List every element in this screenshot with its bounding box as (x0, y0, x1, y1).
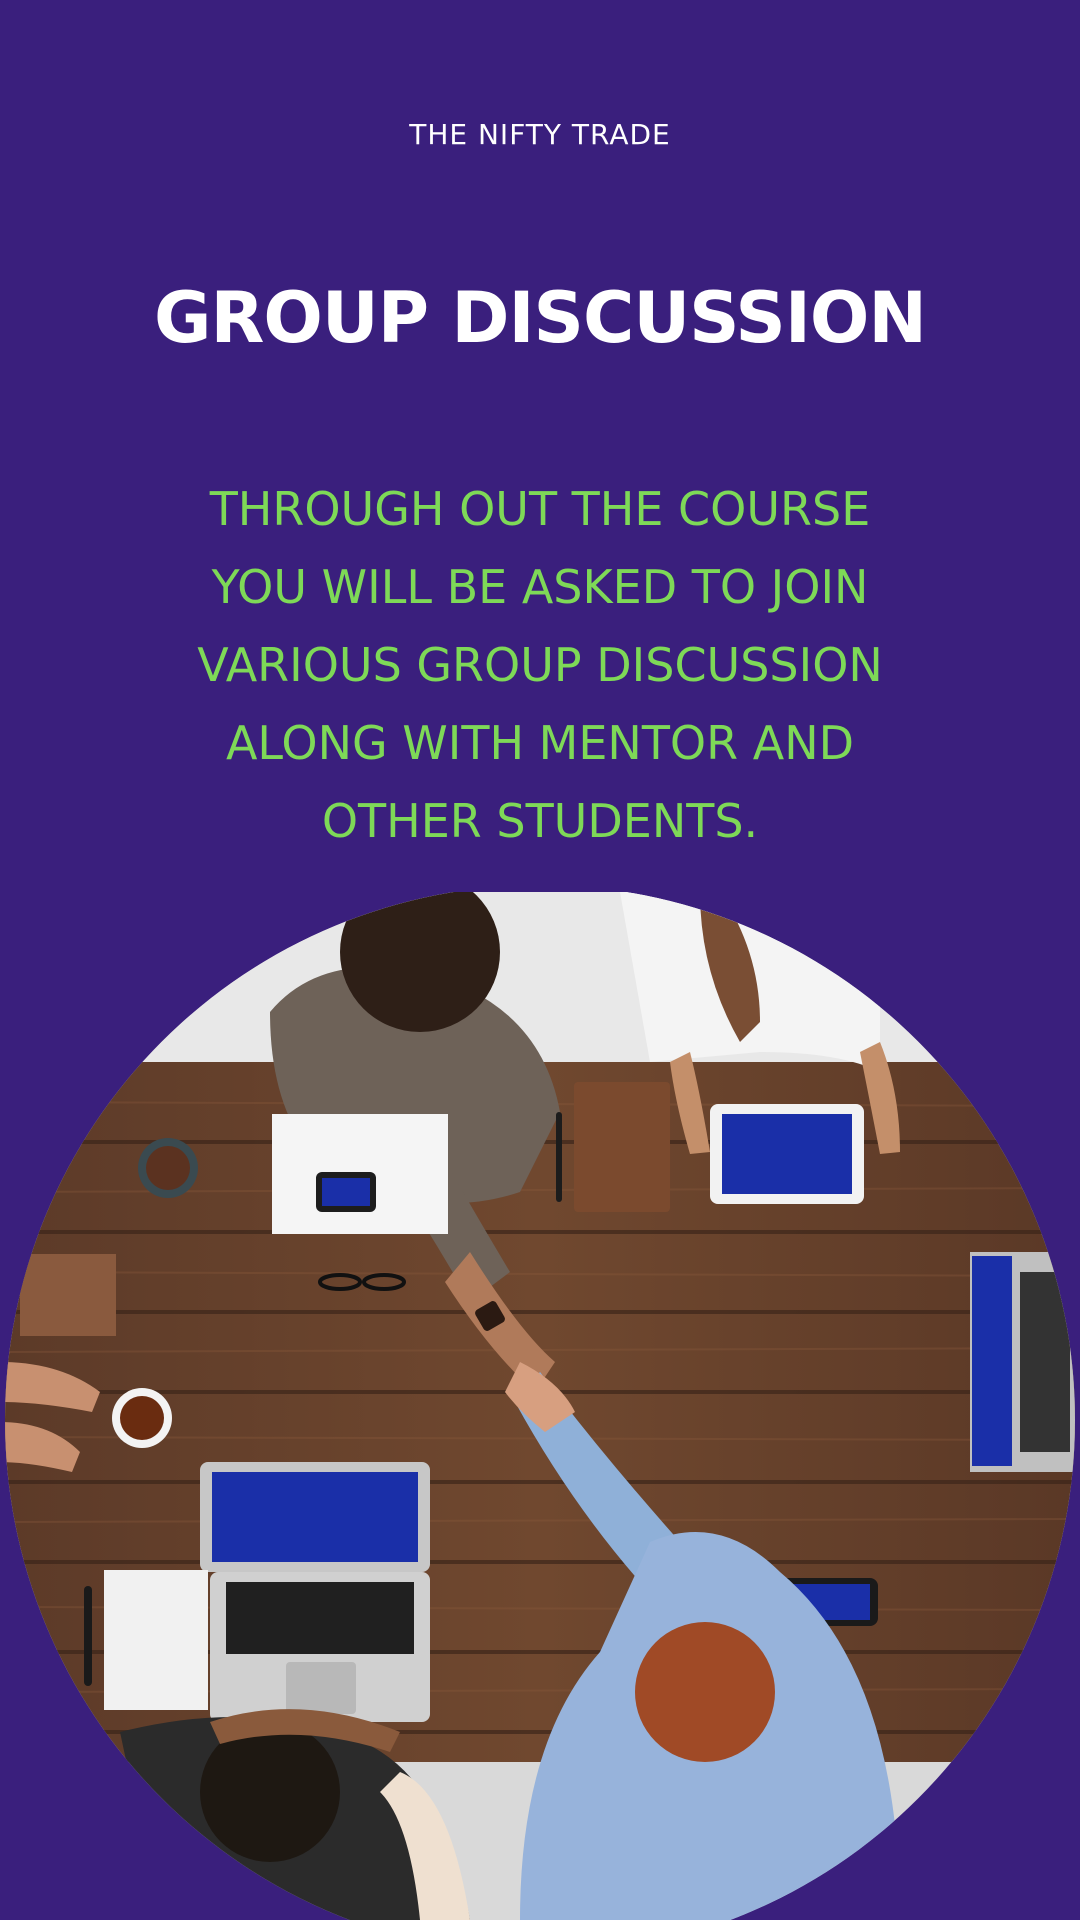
person-bottom-hair (635, 1622, 775, 1762)
description-line: THROUGH OUT THE COURSE (209, 482, 871, 536)
notebook (574, 1082, 670, 1212)
page-title: GROUP DISCUSSION (154, 277, 927, 359)
description-line: VARIOUS GROUP DISCUSSION (197, 638, 883, 692)
description-line: OTHER STUDENTS. (321, 794, 759, 848)
description-line: ALONG WITH MENTOR AND (225, 716, 855, 770)
book (20, 1254, 116, 1336)
notepad (104, 1570, 208, 1710)
brand-name: THE NIFTY TRADE (409, 118, 671, 151)
meeting-photo (0, 892, 1080, 1920)
description-text: THROUGH OUT THE COURSE YOU WILL BE ASKED… (140, 470, 940, 860)
meeting-illustration (5, 892, 1075, 1920)
description-line: YOU WILL BE ASKED TO JOIN (211, 560, 869, 614)
